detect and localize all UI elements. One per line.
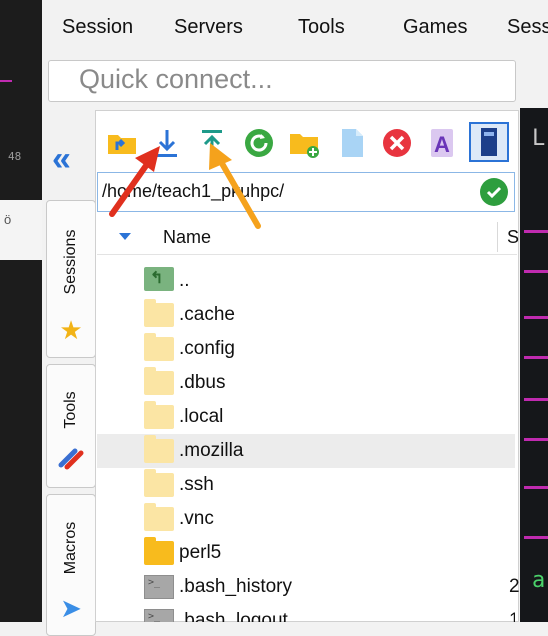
tab-macros[interactable]: Macros ➤ (46, 494, 96, 636)
path-text: /home/teach1_pkuhpc/ (102, 181, 285, 201)
parent-folder-icon: ↰ (144, 267, 174, 291)
terminal-text: L (532, 126, 546, 151)
confirm-path-icon[interactable] (480, 178, 508, 206)
menu-session[interactable]: Session (62, 16, 133, 39)
folder-icon (144, 503, 174, 531)
file-name: .. (179, 270, 190, 291)
file-size: 1 (509, 610, 515, 622)
list-item[interactable]: ↰ .. (97, 264, 515, 298)
collapse-sidebar-icon[interactable]: « (52, 140, 71, 179)
new-file-icon[interactable] (335, 126, 369, 160)
terminal-line (524, 438, 548, 441)
file-name: .config (179, 338, 235, 359)
terminal-highlight (0, 80, 12, 82)
file-name: .mozilla (179, 440, 244, 461)
tab-sessions-label: Sessions (62, 229, 79, 295)
menu-tools[interactable]: Tools (298, 16, 345, 39)
delete-icon[interactable] (380, 126, 414, 160)
new-folder-icon[interactable] (287, 126, 321, 160)
folder-icon (144, 333, 174, 361)
download-icon[interactable] (150, 126, 184, 160)
send-icon: ➤ (60, 593, 82, 623)
terminal-line (524, 230, 548, 233)
parent-directory-icon[interactable] (105, 126, 139, 160)
list-item[interactable]: .local (97, 400, 515, 434)
file-name: .dbus (179, 372, 226, 393)
list-item[interactable]: .ssh (97, 468, 515, 502)
list-item[interactable]: .config (97, 332, 515, 366)
terminal-line (524, 316, 548, 319)
terminal-text: ö (4, 212, 12, 227)
menu-sessions-truncated[interactable]: Sess (507, 16, 548, 39)
tab-tools-label: Tools (62, 391, 79, 429)
tab-macros-label: Macros (62, 521, 79, 575)
terminal-text: a (532, 568, 546, 593)
column-size[interactable]: S (507, 227, 519, 248)
folder-icon (144, 401, 174, 429)
terminal-pane[interactable]: L a (520, 108, 548, 622)
file-name: .vnc (179, 508, 214, 529)
menu-servers[interactable]: Servers (174, 16, 243, 39)
folder-icon (144, 469, 174, 497)
tab-tools[interactable]: Tools (46, 364, 96, 488)
path-field[interactable]: /home/teach1_pkuhpc/ (97, 172, 515, 212)
file-list-header: Name S (97, 222, 519, 255)
rename-icon[interactable]: A (425, 126, 459, 160)
folder-icon (144, 537, 174, 565)
terminal-text: 48 (8, 150, 22, 163)
terminal-file-icon: >_ (144, 575, 174, 599)
folder-icon (144, 435, 174, 463)
sftp-toolbar: A (97, 118, 517, 166)
file-name: .ssh (179, 474, 214, 495)
folder-icon (144, 367, 174, 395)
file-name: .bash_logout (179, 610, 288, 622)
list-item[interactable]: .cache (97, 298, 515, 332)
list-item[interactable]: .mozilla (97, 434, 515, 468)
file-name: .bash_history (179, 576, 293, 597)
tools-icon (57, 443, 85, 478)
column-divider[interactable] (497, 222, 498, 252)
toggle-view-icon[interactable] (469, 122, 509, 162)
refresh-icon[interactable] (242, 126, 276, 160)
terminal-gap: ö (0, 200, 42, 260)
list-item[interactable]: .dbus (97, 366, 515, 400)
quick-connect-input[interactable]: Quick connect... (48, 60, 516, 102)
list-item[interactable]: >_ .bash_history 2 (97, 570, 520, 604)
upload-icon[interactable] (195, 126, 229, 160)
file-name: .local (179, 406, 224, 427)
terminal-line (524, 486, 548, 489)
tab-sessions[interactable]: Sessions ★ (46, 200, 96, 358)
terminal-file-icon: >_ (144, 609, 174, 622)
list-item[interactable]: perl5 (97, 536, 515, 570)
terminal-line (524, 536, 548, 539)
list-item[interactable]: .vnc (97, 502, 515, 536)
star-icon: ★ (59, 315, 83, 345)
menubar: Session Servers Tools Games Sess (42, 0, 548, 58)
column-name[interactable]: Name (163, 227, 211, 248)
terminal-line (524, 356, 548, 359)
menu-games[interactable]: Games (403, 16, 467, 39)
terminal-line (524, 398, 548, 401)
file-size: 2 (509, 576, 520, 597)
list-item[interactable]: >_ .bash_logout 1 (97, 604, 515, 622)
file-name: .cache (179, 304, 235, 325)
sort-descending-icon[interactable] (119, 233, 131, 240)
folder-icon (144, 299, 174, 327)
terminal-line (524, 270, 548, 273)
background-terminal-left: 48 ö (0, 0, 42, 622)
svg-text:A: A (434, 132, 450, 157)
file-name: perl5 (179, 542, 222, 563)
